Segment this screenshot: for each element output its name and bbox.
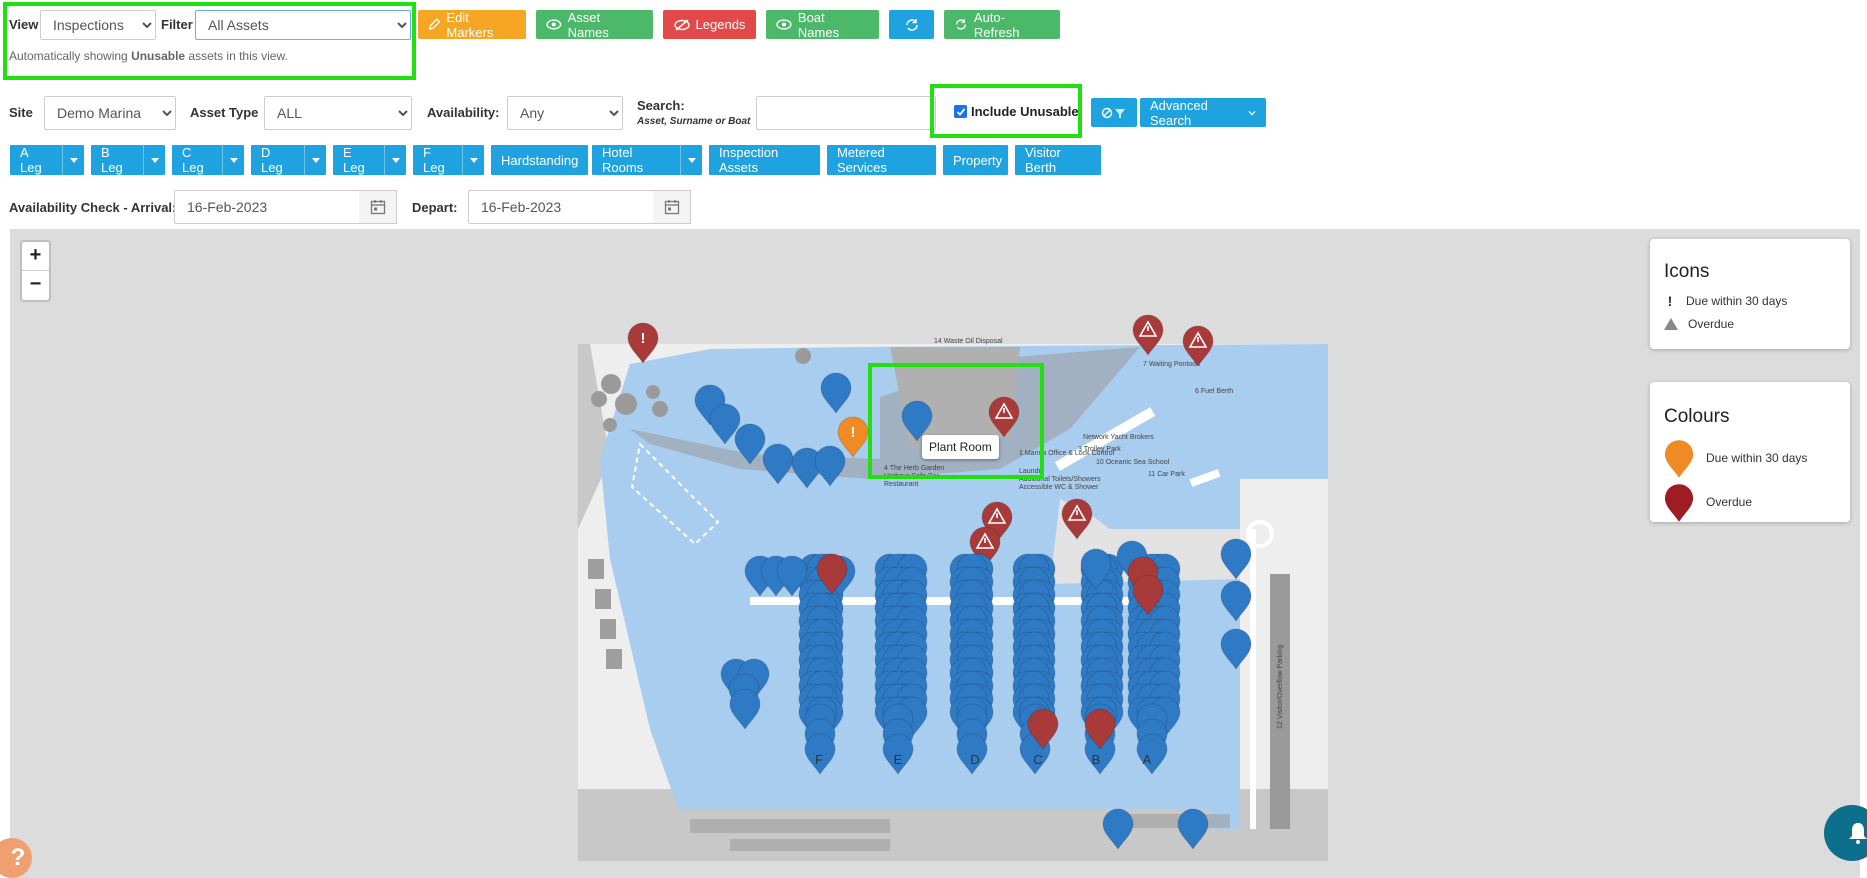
zoom-control: + −: [20, 240, 51, 302]
boat-names-button[interactable]: Boat Names: [766, 10, 879, 40]
svg-text:!: !: [641, 330, 646, 347]
eye-slash-icon: [673, 18, 690, 31]
availability-label: Availability:: [427, 105, 500, 120]
leg-button-b-leg[interactable]: B Leg: [91, 145, 165, 175]
refresh-icon: [905, 18, 918, 31]
orange-pin-icon: [1664, 440, 1694, 478]
zoom-in-button[interactable]: +: [22, 242, 49, 271]
leg-button-inspection-assets[interactable]: Inspection Assets: [709, 145, 820, 175]
leg-button-e-leg[interactable]: E Leg: [333, 145, 406, 175]
leg-dropdown-caret[interactable]: [384, 145, 406, 175]
highlight-plant-room: [868, 363, 1044, 479]
leg-button-property[interactable]: Property: [943, 145, 1008, 175]
leg-dropdown-caret[interactable]: [680, 145, 702, 175]
pontoon-label: E: [894, 752, 903, 767]
search-label: Search:: [637, 98, 685, 113]
label-waste-oil: 14 Waste Oil Disposal: [934, 338, 1003, 345]
arrival-calendar-button[interactable]: [359, 190, 397, 224]
label-fuel-berth: 6 Fuel Berth: [1195, 388, 1233, 395]
asset-names-button[interactable]: Asset Names: [536, 10, 653, 40]
colours-legend-title: Colours: [1664, 406, 1730, 427]
asset-type-select[interactable]: ALL: [264, 96, 412, 130]
site-label: Site: [9, 105, 33, 120]
search-input[interactable]: [756, 96, 936, 130]
chevron-down-icon: [1248, 110, 1256, 116]
depart-label: Depart:: [412, 200, 458, 215]
refresh-icon: [955, 19, 966, 30]
pontoon-label: A: [1143, 752, 1152, 767]
legend-overdue-colour-row: Overdue: [1664, 482, 1836, 522]
leg-button-metered-services[interactable]: Metered Services: [827, 145, 936, 175]
label-accessible-wc: Accessible WC & Shower: [1019, 484, 1099, 491]
leg-button-hardstanding[interactable]: Hardstanding: [491, 145, 588, 175]
map-canvas[interactable]: 14 Waste Oil Disposal 7 Waiting Pontoon …: [10, 229, 1860, 878]
eye-icon: [546, 19, 562, 30]
red-pin-icon: [1664, 484, 1694, 522]
leg-dropdown-caret[interactable]: [62, 145, 84, 175]
leg-button-visitor-berth[interactable]: Visitor Berth: [1015, 145, 1101, 175]
label-restaurant: Restaurant: [884, 481, 918, 488]
bell-icon: [1849, 823, 1867, 844]
label-waiting-pontoon: 7 Waiting Pontoon: [1143, 361, 1200, 368]
legend-due-colour-row: Due within 30 days: [1664, 438, 1836, 478]
label-sea-school: 10 Oceanic Sea School: [1096, 459, 1170, 466]
icons-legend: Icons ! Due within 30 days Overdue: [1650, 239, 1850, 349]
eye-icon: [776, 19, 792, 30]
calendar-icon: [664, 200, 679, 215]
svg-text:!: !: [851, 424, 856, 441]
pencil-icon: [428, 18, 441, 30]
leg-dropdown-caret[interactable]: [304, 145, 326, 175]
exclamation-icon: !: [1667, 293, 1673, 309]
warning-triangle-icon: [1664, 318, 1678, 330]
advanced-search-button[interactable]: Advanced Search: [1140, 98, 1266, 128]
highlight-view-filter: [3, 2, 416, 80]
pontoon-label: F: [815, 752, 823, 767]
depart-calendar-button[interactable]: [653, 190, 691, 224]
auto-refresh-button[interactable]: Auto-Refresh: [944, 10, 1060, 40]
label-yacht-brokers: Network Yacht Brokers: [1083, 434, 1154, 441]
leg-button-hotel-rooms[interactable]: Hotel Rooms: [592, 145, 702, 175]
icons-legend-title: Icons: [1664, 261, 1710, 282]
highlight-include-unusable: [930, 84, 1082, 138]
asset-type-label: Asset Type: [190, 105, 259, 120]
pontoon-label: D: [970, 752, 979, 767]
filter-clear-icon: [1101, 107, 1125, 118]
availability-select[interactable]: Any: [507, 96, 623, 130]
label-car-park: 11 Car Park: [1148, 471, 1185, 478]
question-icon: ?: [10, 844, 26, 871]
arrival-date-input[interactable]: [174, 190, 360, 224]
arrival-label: Availability Check - Arrival:: [9, 200, 177, 215]
site-select[interactable]: Demo Marina: [44, 96, 176, 130]
colours-legend: Colours Due within 30 days Overdue: [1650, 382, 1850, 522]
zoom-out-button[interactable]: −: [22, 271, 49, 300]
calendar-icon: [370, 200, 385, 215]
leg-button-f-leg[interactable]: F Leg: [413, 145, 484, 175]
pontoon-label: B: [1092, 752, 1101, 767]
edit-markers-button[interactable]: Edit Markers: [418, 10, 526, 40]
refresh-button[interactable]: [889, 10, 934, 39]
legends-button[interactable]: Legends: [663, 10, 756, 39]
leg-dropdown-caret[interactable]: [462, 145, 484, 175]
marina-map[interactable]: 14 Waste Oil Disposal 7 Waiting Pontoon …: [10, 229, 1860, 878]
pontoon-label: C: [1033, 752, 1042, 767]
leg-dropdown-caret[interactable]: [143, 145, 165, 175]
label-visitor-parking: 12 Visitor/Overflow Parking: [1277, 645, 1284, 729]
leg-button-a-leg[interactable]: A Leg: [10, 145, 84, 175]
leg-dropdown-caret[interactable]: [222, 145, 244, 175]
clear-filter-button[interactable]: [1091, 98, 1137, 127]
legend-overdue-icon-row: Overdue: [1664, 317, 1836, 331]
legend-due-icon-row: ! Due within 30 days: [1664, 293, 1836, 309]
leg-button-c-leg[interactable]: C Leg: [172, 145, 244, 175]
search-hint: Asset, Surname or Boat: [637, 116, 751, 127]
leg-button-d-leg[interactable]: D Leg: [251, 145, 326, 175]
road: [1250, 529, 1256, 829]
depart-date-input[interactable]: [468, 190, 654, 224]
